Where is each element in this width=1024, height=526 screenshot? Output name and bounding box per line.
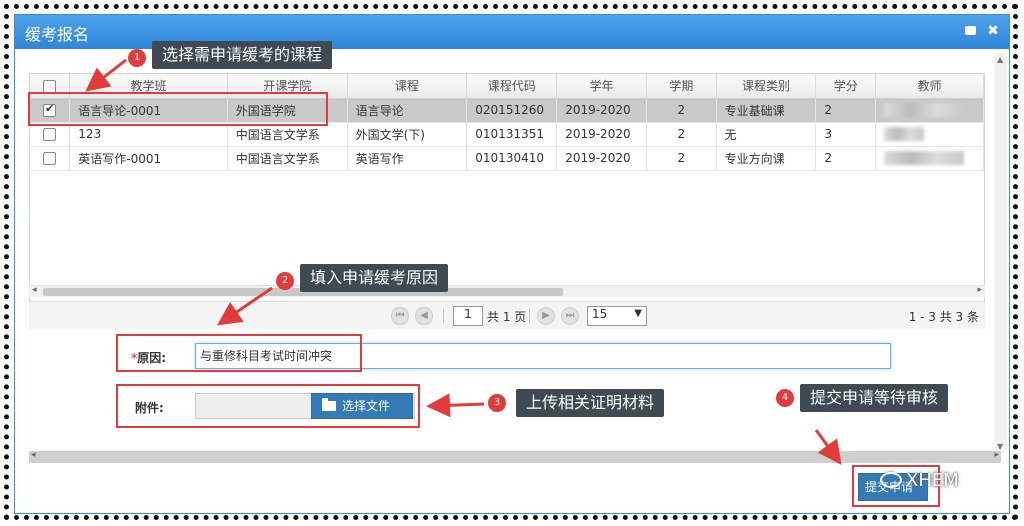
row-checkbox[interactable] bbox=[43, 152, 57, 165]
grid-horizontal-scrollbar[interactable]: ◂ ▸ bbox=[29, 285, 985, 297]
pagination-bar: ⏮ ◀ 1 共 1 页 ▶ ⏭ 15 ▼ 1 - 3 共 3 条 bbox=[29, 301, 985, 329]
record-range: 1 - 3 共 3 条 bbox=[908, 310, 979, 324]
redacted-teacher bbox=[884, 103, 965, 118]
cell-code: 020151260 bbox=[466, 98, 558, 123]
total-pages: 共 1 页 bbox=[487, 310, 527, 324]
redacted-teacher bbox=[884, 151, 965, 166]
step-1-callout: 选择需申请缓考的课程 bbox=[152, 41, 333, 69]
redacted-teacher bbox=[884, 127, 925, 142]
highlight-reason bbox=[116, 334, 362, 372]
cell-credit: 3 bbox=[815, 122, 877, 147]
cell-year: 2019-2020 bbox=[556, 146, 648, 171]
maximize-icon[interactable] bbox=[963, 23, 979, 39]
scroll-left-icon[interactable]: ◂ bbox=[31, 450, 36, 460]
step-4-callout: 提交申请等待审核 bbox=[800, 384, 949, 412]
cell-class: 英语写作-0001 bbox=[69, 146, 228, 171]
cell-year: 2019-2020 bbox=[556, 98, 648, 123]
step-3-badge: 3 bbox=[488, 394, 506, 412]
step-2-callout: 填入申请缓考原因 bbox=[300, 264, 449, 292]
header-category[interactable]: 课程类别 bbox=[716, 74, 817, 99]
first-page-icon[interactable]: ⏮ bbox=[391, 307, 409, 325]
step-1-badge: 1 bbox=[128, 49, 146, 67]
cell-credit: 2 bbox=[815, 98, 877, 123]
wechat-icon bbox=[880, 472, 902, 488]
prev-page-icon[interactable]: ◀ bbox=[415, 307, 433, 325]
chevron-down-icon: ▼ bbox=[634, 308, 642, 319]
cell-term: 2 bbox=[646, 98, 717, 123]
header-course[interactable]: 课程 bbox=[347, 74, 468, 99]
cell-teacher bbox=[875, 98, 984, 123]
scroll-right-icon[interactable]: ▸ bbox=[994, 450, 999, 460]
highlight-attachment bbox=[116, 384, 420, 428]
cell-teacher bbox=[875, 146, 984, 171]
header-credit[interactable]: 学分 bbox=[815, 74, 877, 99]
scroll-right-icon[interactable]: ▸ bbox=[977, 285, 982, 295]
dialog-vertical-scrollbar[interactable]: ▲ ▼ bbox=[995, 53, 1007, 453]
cell-category: 无 bbox=[716, 122, 817, 147]
dialog-horizontal-scrollbar[interactable]: ◂ ▸ bbox=[29, 450, 1001, 463]
cell-year: 2019-2020 bbox=[556, 122, 648, 147]
cell-credit: 2 bbox=[815, 146, 877, 171]
step-3-callout: 上传相关证明材料 bbox=[516, 389, 665, 417]
next-page-icon[interactable]: ▶ bbox=[537, 307, 555, 325]
dialog-title: 缓考报名 bbox=[25, 25, 90, 44]
header-teacher[interactable]: 教师 bbox=[875, 74, 984, 99]
cell-category: 专业方向课 bbox=[716, 146, 817, 171]
header-term[interactable]: 学期 bbox=[646, 74, 717, 99]
cell-course: 外国文学(下) bbox=[347, 122, 468, 147]
cell-category: 专业基础课 bbox=[716, 98, 817, 123]
step-4-badge: 4 bbox=[776, 389, 794, 407]
cell-course: 英语写作 bbox=[347, 146, 468, 171]
select-all-checkbox[interactable] bbox=[43, 79, 57, 93]
cell-term: 2 bbox=[646, 146, 717, 171]
page-number-input[interactable]: 1 bbox=[453, 306, 483, 326]
cell-term: 2 bbox=[646, 122, 717, 147]
scroll-left-icon[interactable]: ◂ bbox=[32, 285, 37, 295]
header-code[interactable]: 课程代码 bbox=[466, 74, 558, 99]
scroll-up-icon[interactable]: ▲ bbox=[997, 55, 1003, 64]
cell-code: 010131351 bbox=[466, 122, 558, 147]
step-2-badge: 2 bbox=[276, 272, 294, 290]
page-size-select[interactable]: 15 ▼ bbox=[587, 306, 647, 326]
row-checkbox[interactable] bbox=[43, 128, 57, 141]
close-icon[interactable]: ✖ bbox=[985, 23, 1001, 39]
table-row[interactable]: 英语写作-0001 中国语言文学系 英语写作 010130410 2019-20… bbox=[30, 146, 984, 171]
cell-code: 010130410 bbox=[466, 146, 558, 171]
watermark: XHEM bbox=[880, 470, 959, 491]
cell-teacher bbox=[875, 122, 984, 147]
last-page-icon[interactable]: ⏭ bbox=[561, 307, 579, 325]
cell-college: 中国语言文学系 bbox=[227, 146, 348, 171]
header-year[interactable]: 学年 bbox=[556, 74, 648, 99]
highlight-course-row bbox=[28, 92, 328, 126]
deferral-dialog: 缓考报名 ✖ ▲ ▼ 教学班 开课学院 课程 课程代码 学年 学期 课程类别 学… bbox=[14, 14, 1010, 514]
cell-course: 语言导论 bbox=[347, 98, 468, 123]
